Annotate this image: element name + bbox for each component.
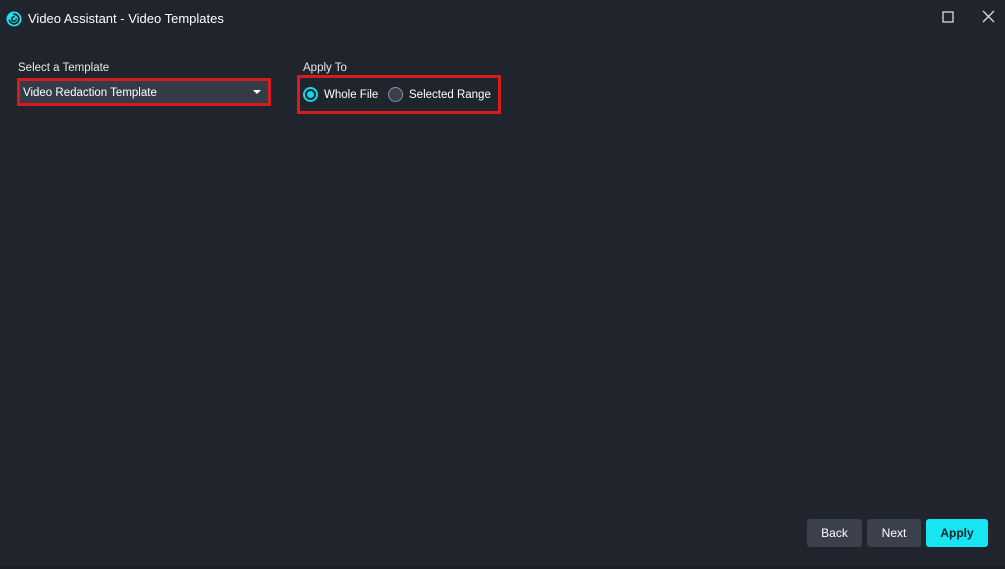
window-title: Video Assistant - Video Templates: [28, 11, 224, 26]
template-dropdown-value: Video Redaction Template: [23, 87, 157, 99]
apply-button[interactable]: Apply: [926, 519, 988, 547]
back-button[interactable]: Back: [807, 519, 862, 547]
select-template-label: Select a Template: [18, 62, 110, 74]
radio-checked-indicator: [303, 87, 318, 102]
radio-selected-range[interactable]: Selected Range: [388, 85, 491, 104]
radio-whole-file-label: Whole File: [324, 88, 379, 101]
radio-whole-file[interactable]: Whole File: [303, 85, 378, 104]
video-templates-window: Video Assistant - Video Templates Select…: [0, 0, 1005, 569]
radio-selected-range-label: Selected Range: [409, 88, 491, 101]
apply-to-label: Apply To: [303, 62, 347, 74]
maximize-icon: [942, 10, 954, 28]
template-dropdown[interactable]: Video Redaction Template: [17, 78, 271, 106]
title-bar: Video Assistant - Video Templates: [0, 0, 1005, 38]
close-button[interactable]: [977, 8, 999, 30]
template-dropdown-field: Video Redaction Template: [20, 81, 268, 103]
close-icon: [982, 10, 995, 28]
apply-to-radio-group: Whole File Selected Range: [297, 75, 501, 114]
radio-unchecked-indicator: [388, 87, 403, 102]
next-button[interactable]: Next: [867, 519, 921, 547]
video-assistant-logo-icon: [6, 11, 22, 27]
chevron-down-icon: [253, 90, 261, 94]
maximize-button[interactable]: [937, 8, 959, 30]
